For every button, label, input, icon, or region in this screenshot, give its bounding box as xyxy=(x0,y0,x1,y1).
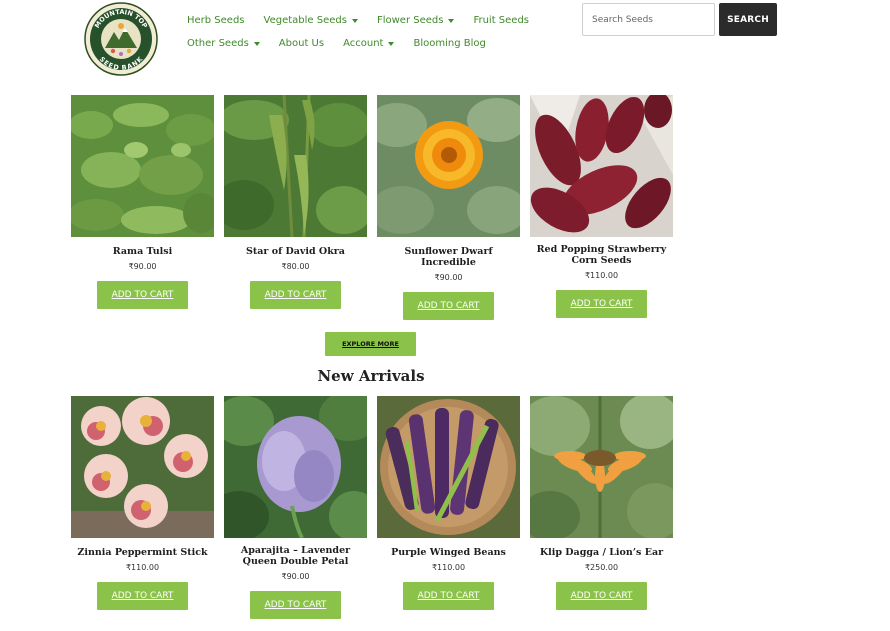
product-image-sunflower[interactable] xyxy=(377,95,520,237)
product-card: Sunflower Dwarf Incredible ₹90.00 ADD TO… xyxy=(377,95,520,320)
product-image-lions-ear[interactable] xyxy=(530,396,673,538)
product-card: Rama Tulsi ₹90.00 ADD TO CART xyxy=(71,95,214,320)
nav-other-seeds[interactable]: Other Seeds xyxy=(187,38,260,49)
product-price: ₹90.00 xyxy=(128,262,157,271)
product-image-zinnia[interactable] xyxy=(71,396,214,538)
product-card: Zinnia Peppermint Stick ₹110.00 ADD TO C… xyxy=(71,396,214,619)
add-to-cart-button[interactable]: ADD TO CART xyxy=(97,582,188,610)
nav-fruit-seeds[interactable]: Fruit Seeds xyxy=(473,15,529,26)
nav-row-2: Other Seeds About Us Account Blooming Bl… xyxy=(187,32,517,55)
product-price: ₹90.00 xyxy=(281,572,310,581)
add-to-cart-button[interactable]: ADD TO CART xyxy=(97,281,188,309)
add-to-cart-button[interactable]: ADD TO CART xyxy=(556,582,647,610)
add-to-cart-button[interactable]: ADD TO CART xyxy=(556,290,647,318)
product-card: Purple Winged Beans ₹110.00 ADD TO CART xyxy=(377,396,520,619)
new-arrivals-title: New Arrivals xyxy=(317,367,425,385)
product-image-aparajita[interactable] xyxy=(224,396,367,538)
product-price: ₹250.00 xyxy=(584,563,619,572)
product-name[interactable]: Klip Dagga / Lion’s Ear xyxy=(536,547,667,558)
nav-row-1: Herb Seeds Vegetable Seeds Flower Seeds … xyxy=(187,9,529,32)
product-name[interactable]: Red Popping Strawberry Corn Seeds xyxy=(530,244,673,266)
nav-about-us[interactable]: About Us xyxy=(279,38,324,49)
product-card: Klip Dagga / Lion’s Ear ₹250.00 ADD TO C… xyxy=(530,396,673,619)
product-name[interactable]: Aparajita – Lavender Queen Double Petal xyxy=(224,545,367,567)
search-input[interactable] xyxy=(582,3,715,36)
add-to-cart-button[interactable]: ADD TO CART xyxy=(250,281,341,309)
product-image-winged-beans[interactable] xyxy=(377,396,520,538)
product-price: ₹110.00 xyxy=(125,563,160,572)
product-price: ₹110.00 xyxy=(431,563,466,572)
product-name[interactable]: Rama Tulsi xyxy=(109,246,176,257)
product-price: ₹80.00 xyxy=(281,262,310,271)
product-name[interactable]: Star of David Okra xyxy=(242,246,349,257)
product-image-strawberry-corn[interactable] xyxy=(530,95,673,237)
explore-more-button[interactable]: EXPLORE MORE xyxy=(325,332,416,356)
nav-vegetable-seeds[interactable]: Vegetable Seeds xyxy=(264,15,358,26)
product-name[interactable]: Sunflower Dwarf Incredible xyxy=(377,246,520,268)
product-image-okra[interactable] xyxy=(224,95,367,237)
add-to-cart-button[interactable]: ADD TO CART xyxy=(403,292,494,320)
nav-flower-seeds[interactable]: Flower Seeds xyxy=(377,15,455,26)
product-name[interactable]: Zinnia Peppermint Stick xyxy=(73,547,211,558)
chevron-down-icon xyxy=(351,18,358,23)
new-arrivals-grid: Zinnia Peppermint Stick ₹110.00 ADD TO C… xyxy=(71,396,673,619)
product-card: Aparajita – Lavender Queen Double Petal … xyxy=(224,396,367,619)
product-price: ₹90.00 xyxy=(434,273,463,282)
site-logo[interactable]: MOUNTAIN TOP SEED BANK xyxy=(84,2,158,76)
nav-account[interactable]: Account xyxy=(343,38,395,49)
product-price: ₹110.00 xyxy=(584,271,619,280)
nav-herb-seeds[interactable]: Herb Seeds xyxy=(187,15,245,26)
chevron-down-icon xyxy=(388,41,395,46)
product-card: Star of David Okra ₹80.00 ADD TO CART xyxy=(224,95,367,320)
product-card: Red Popping Strawberry Corn Seeds ₹110.0… xyxy=(530,95,673,320)
search-button[interactable]: SEARCH xyxy=(719,3,777,36)
main-nav: Herb Seeds Vegetable Seeds Flower Seeds … xyxy=(187,9,529,55)
chevron-down-icon xyxy=(253,41,260,46)
chevron-down-icon xyxy=(448,18,455,23)
featured-products-grid: Rama Tulsi ₹90.00 ADD TO CART Star of Da… xyxy=(71,95,673,320)
add-to-cart-button[interactable]: ADD TO CART xyxy=(403,582,494,610)
add-to-cart-button[interactable]: ADD TO CART xyxy=(250,591,341,619)
nav-blooming-blog[interactable]: Blooming Blog xyxy=(413,38,485,49)
product-name[interactable]: Purple Winged Beans xyxy=(387,547,510,558)
product-image-rama-tulsi[interactable] xyxy=(71,95,214,237)
